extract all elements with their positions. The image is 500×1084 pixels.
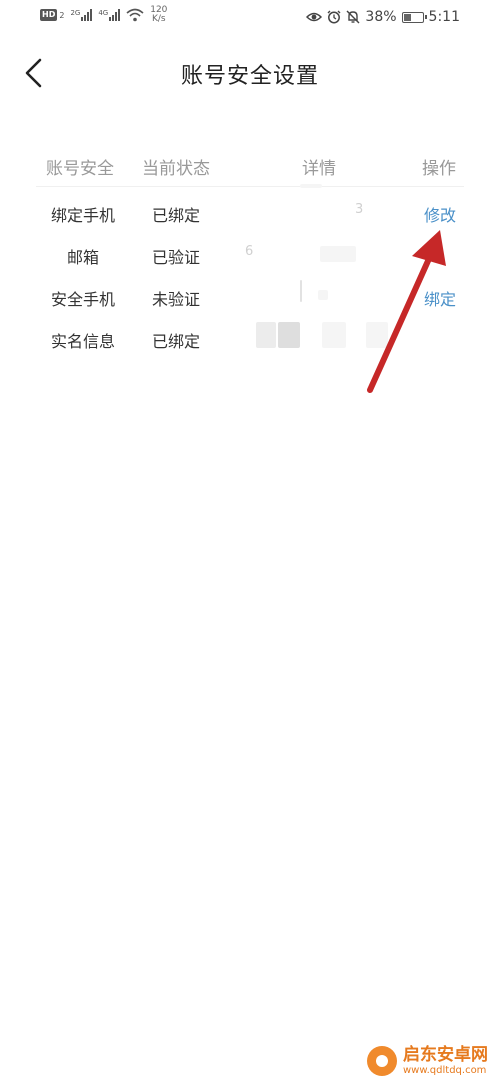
network-type-2: 4G xyxy=(98,9,109,17)
row-status: 已验证 xyxy=(151,248,200,267)
row-detail: 6 xyxy=(245,244,254,259)
hd-sub: 2 xyxy=(59,10,65,20)
clock: 5:11 xyxy=(428,9,460,25)
column-header-detail: 详情 xyxy=(302,159,336,179)
signal-icon: 2G xyxy=(70,9,93,21)
row-status: 已绑定 xyxy=(151,332,200,351)
row-item: 邮箱 xyxy=(66,248,99,267)
status-bar: HD 2 2G 4G 120 K/s 38% 5:11 xyxy=(0,0,500,36)
redacted-area xyxy=(320,246,356,262)
network-type-1: 2G xyxy=(70,9,81,17)
eye-icon xyxy=(306,12,323,22)
redacted-area xyxy=(322,322,346,348)
page-title: 账号安全设置 xyxy=(180,64,319,89)
watermark-name: 启东安卓网 xyxy=(403,1045,488,1066)
signal-icon: 4G xyxy=(98,9,121,21)
redacted-area xyxy=(278,322,300,348)
speed-unit: K/s xyxy=(152,14,166,24)
battery-percent: 38% xyxy=(365,9,397,25)
battery-icon xyxy=(401,11,427,23)
column-header-action: 操作 xyxy=(422,159,456,179)
row-detail: 3 xyxy=(355,202,364,217)
annotation-arrow xyxy=(367,230,446,393)
watermark: 启东安卓网 www.qdltdq.com xyxy=(367,1046,488,1076)
redacted-area xyxy=(318,290,328,300)
row-item: 实名信息 xyxy=(50,332,115,351)
hd-badge: HD xyxy=(40,9,58,21)
redacted-area xyxy=(300,184,322,188)
network-speed: 120 K/s xyxy=(150,6,167,24)
watermark-logo-icon xyxy=(367,1046,397,1076)
mute-bell-icon xyxy=(346,10,360,24)
row-item: 安全手机 xyxy=(50,290,115,309)
wifi-icon xyxy=(126,8,144,22)
alarm-icon xyxy=(327,10,341,24)
redacted-area xyxy=(256,322,276,348)
watermark-url: www.qdltdq.com xyxy=(403,1064,487,1076)
row-item: 绑定手机 xyxy=(50,206,115,225)
table-header: 账号安全 当前状态 详情 操作 xyxy=(0,154,500,186)
column-header-status: 当前状态 xyxy=(142,159,210,179)
status-right: 38% 5:11 xyxy=(306,9,460,25)
row-status: 未验证 xyxy=(151,290,200,309)
row-status: 已绑定 xyxy=(151,206,200,225)
header-divider xyxy=(36,186,464,187)
column-header-account: 账号安全 xyxy=(46,159,114,179)
status-left: HD 2 2G 4G 120 K/s xyxy=(40,6,167,24)
redacted-area xyxy=(300,280,302,302)
